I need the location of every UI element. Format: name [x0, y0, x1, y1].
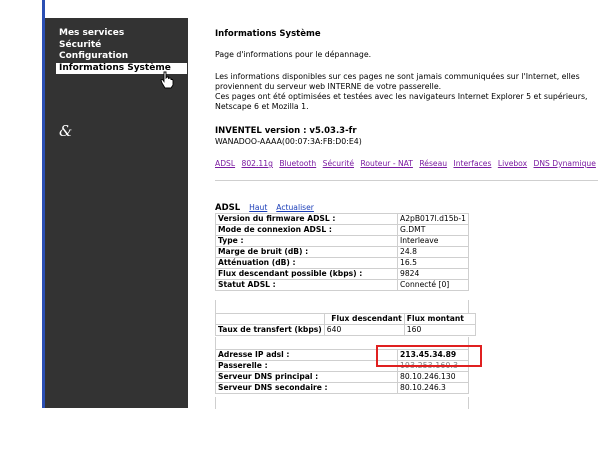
row-value: 24.8 — [397, 246, 469, 258]
row-label: Mode de connexion ADSL : — [215, 224, 398, 236]
dns-primary-value: 80.10.246.130 — [397, 371, 469, 383]
row-value: Connecté [0] — [397, 279, 469, 291]
actualiser-link[interactable]: Actualiser — [276, 203, 314, 212]
link-routeur-nat[interactable]: Routeur - NAT — [360, 159, 412, 168]
link-reseau[interactable]: Réseau — [419, 159, 447, 168]
table-spacer — [215, 397, 469, 409]
table-row: Mode de connexion ADSL : G.DMT — [215, 224, 469, 236]
divider — [215, 180, 598, 181]
table-row: Version du firmware ADSL : A2pB017l.d15b-… — [215, 213, 469, 225]
description-line-2: proviennent du serveur web INTERNE de vo… — [215, 82, 442, 91]
row-value: G.DMT — [397, 224, 469, 236]
link-adsl[interactable]: ADSL — [215, 159, 235, 168]
table-row: Taux de transfert (kbps) 640 160 — [215, 324, 476, 336]
link-dns-dynamique[interactable]: DNS Dynamique — [534, 159, 596, 168]
transfer-rate-up: 160 — [403, 324, 476, 336]
row-label: Flux descendant possible (kbps) : — [215, 268, 398, 280]
link-livebox[interactable]: Livebox — [498, 159, 527, 168]
highlight-box — [376, 345, 482, 367]
table-row: Statut ADSL : Connecté [0] — [215, 279, 469, 291]
intro-text: Page d'informations pour le dépannage. — [215, 50, 372, 59]
transfer-rate-table: Flux descendant Flux montant Taux de tra… — [215, 313, 476, 336]
table-spacer — [215, 300, 469, 313]
description-line-4: Netscape 6 et Mozilla 1. — [215, 102, 309, 111]
row-value: 9824 — [397, 268, 469, 280]
page-title: Informations Système — [215, 29, 321, 39]
row-label: Type : — [215, 235, 398, 247]
section-links: ADSL 802.11g Bluetooth Sécurité Routeur … — [215, 159, 600, 168]
row-label: Passerelle : — [215, 360, 398, 372]
row-label: Marge de bruit (dB) : — [215, 246, 398, 258]
row-value: Interleave — [397, 235, 469, 247]
row-value: 16.5 — [397, 257, 469, 269]
link-80211g[interactable]: 802.11g — [242, 159, 273, 168]
firmware-version: INVENTEL version : v5.03.3-fr — [215, 126, 357, 136]
transfer-rate-label: Taux de transfert (kbps) — [215, 324, 325, 336]
link-securite[interactable]: Sécurité — [323, 159, 354, 168]
table-row: Marge de bruit (dB) :24.8 — [215, 246, 469, 258]
table-row: Serveur DNS secondaire :80.10.246.3 — [215, 382, 469, 394]
header-flux-montant: Flux montant — [403, 313, 476, 325]
table-row: Serveur DNS principal :80.10.246.130 — [215, 371, 469, 383]
table-row: Flux descendant possible (kbps) :9824 — [215, 268, 469, 280]
row-label: Version du firmware ADSL : — [215, 213, 398, 225]
dns-secondary-value: 80.10.246.3 — [397, 382, 469, 394]
table-header-row: Flux descendant Flux montant — [215, 313, 476, 325]
row-label: Serveur DNS principal : — [215, 371, 398, 383]
empty-header-cell — [215, 313, 325, 325]
sidebar-item-configuration[interactable]: Configuration — [59, 51, 187, 63]
description-line-3: Ces pages ont été optimisées et testées … — [215, 92, 588, 101]
adsl-heading: ADSL — [215, 203, 241, 213]
adsl-section-heading: ADSL Haut Actualiser — [215, 203, 314, 213]
sidebar-item-mes-services[interactable]: Mes services — [59, 28, 187, 40]
row-label: Atténuation (dB) : — [215, 257, 398, 269]
sidebar-item-securite[interactable]: Sécurité — [59, 40, 187, 52]
sidebar-nav: Mes services Sécurité Configuration Info… — [56, 28, 187, 74]
hand-cursor-icon — [160, 71, 174, 89]
link-bluetooth[interactable]: Bluetooth — [279, 159, 316, 168]
row-label: Serveur DNS secondaire : — [215, 382, 398, 394]
transfer-rate-down: 640 — [323, 324, 405, 336]
row-label: Statut ADSL : — [215, 279, 398, 291]
row-value: A2pB017l.d15b-1 — [397, 213, 469, 225]
description-line-1: Les informations disponibles sur ces pag… — [215, 72, 580, 81]
device-id: WANADOO-AAAA(00:07:3A:FB:D0:E4) — [215, 137, 362, 146]
table-row: Type : Interleave — [215, 235, 469, 247]
header-flux-descendant: Flux descendant — [323, 313, 405, 325]
row-label: Adresse IP adsl : — [215, 349, 398, 361]
table-row: Atténuation (dB) :16.5 — [215, 257, 469, 269]
haut-link[interactable]: Haut — [249, 203, 267, 212]
brand-logo: & — [59, 122, 73, 140]
adsl-status-table: Version du firmware ADSL : A2pB017l.d15b-… — [215, 213, 469, 291]
link-interfaces[interactable]: Interfaces — [453, 159, 491, 168]
